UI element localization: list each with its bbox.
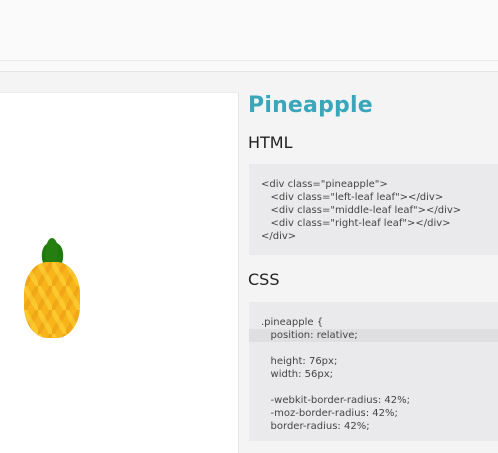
code-line: </div> bbox=[261, 231, 297, 242]
code-line: <div class="pineapple"> bbox=[261, 179, 388, 190]
pineapple-illustration bbox=[24, 262, 80, 338]
code-line: -webkit-border-radius: 42%; bbox=[261, 395, 410, 406]
code-line: .pineapple { bbox=[261, 317, 324, 328]
header-divider bbox=[0, 61, 498, 72]
html-code-block[interactable]: <div class="pineapple"> <div class="left… bbox=[249, 164, 498, 255]
code-line-highlighted: position: relative; bbox=[249, 329, 498, 342]
top-bar bbox=[0, 0, 498, 61]
code-line: <div class="middle-leaf leaf"></div> bbox=[261, 205, 462, 216]
code-line: -moz-border-radius: 42%; bbox=[261, 408, 398, 419]
code-line: <div class="left-leaf leaf"></div> bbox=[261, 192, 444, 203]
middle-leaf bbox=[46, 238, 58, 262]
code-line: border-radius: 42%; bbox=[261, 421, 370, 432]
code-line: width: 56px; bbox=[261, 369, 334, 380]
page-title: Pineapple bbox=[248, 93, 373, 118]
html-heading: HTML bbox=[248, 133, 293, 152]
code-line: <div class="right-leaf leaf"></div> bbox=[261, 218, 451, 229]
code-line: height: 76px; bbox=[261, 356, 338, 367]
css-heading: CSS bbox=[248, 270, 280, 289]
css-code-block[interactable]: .pineapple { position: relative; height:… bbox=[249, 302, 498, 441]
